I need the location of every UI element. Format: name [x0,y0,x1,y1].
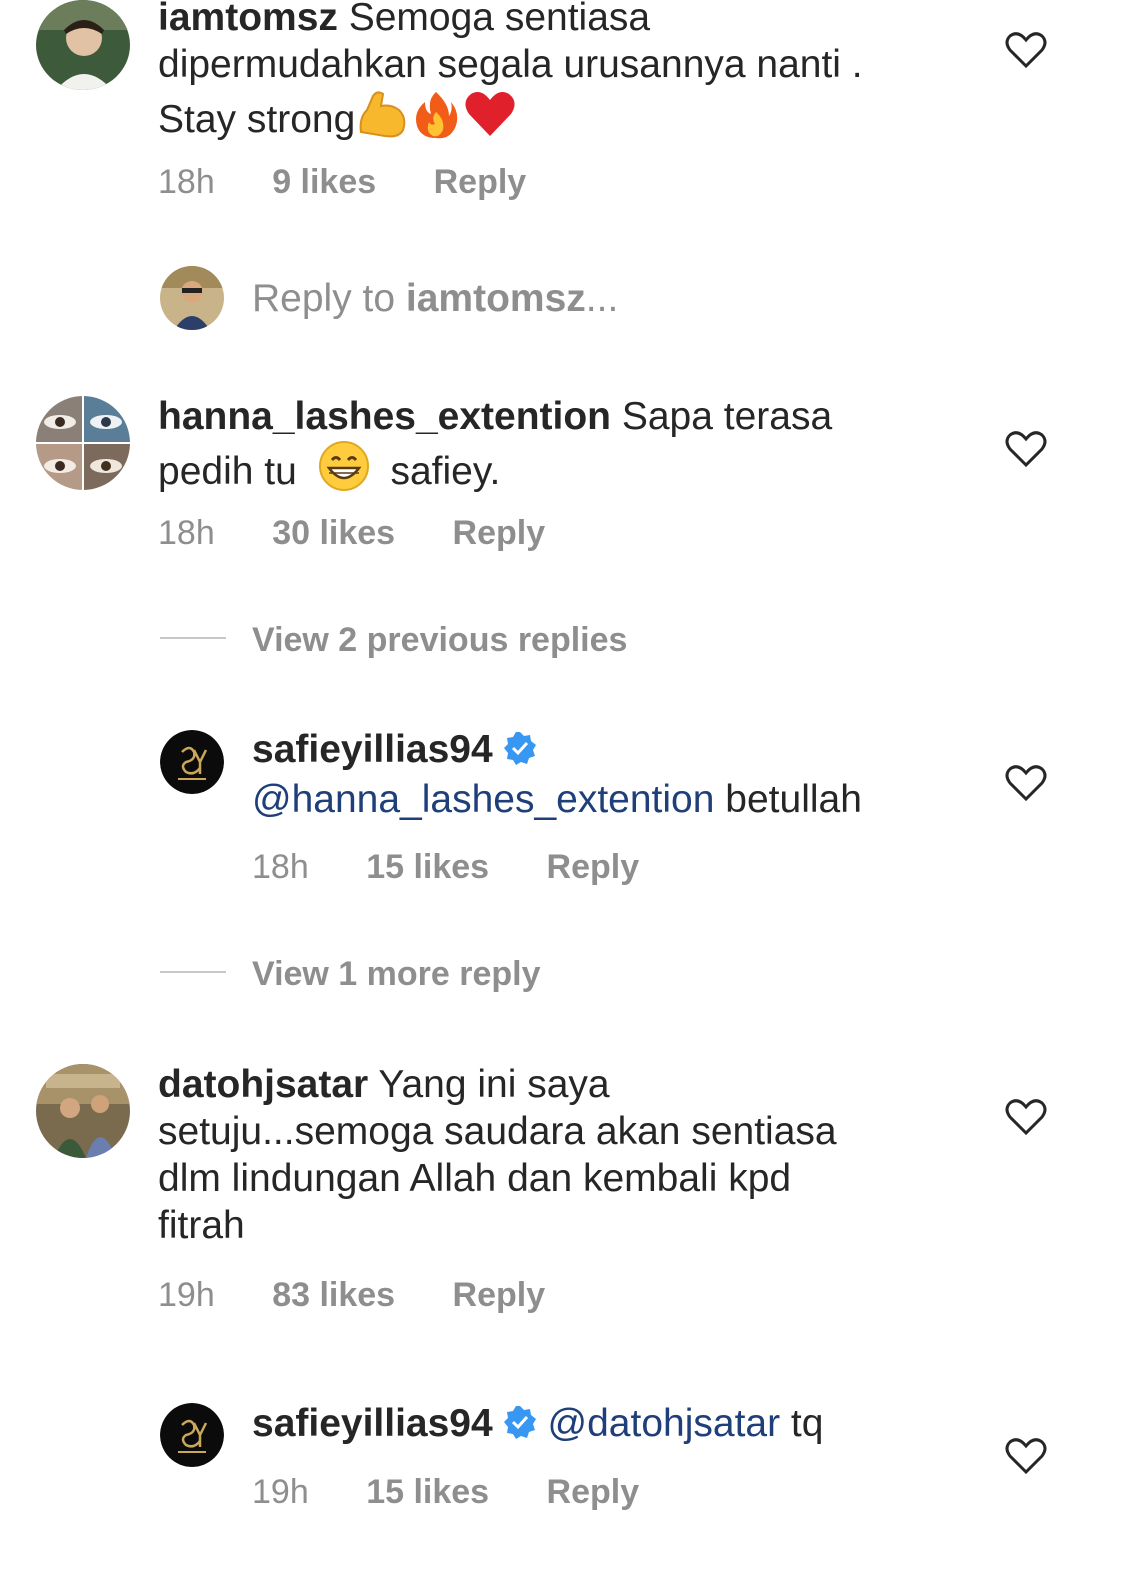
like-heart-icon[interactable] [1005,430,1047,468]
current-user-avatar [160,266,224,330]
comment-meta: 18h 9 likes Reply [158,162,526,202]
comment-likes[interactable]: 9 likes [272,162,376,202]
thread-divider [160,637,226,639]
reply-likes[interactable]: 15 likes [366,1472,489,1512]
verified-badge-icon [503,1403,537,1450]
comment-meta: 19h 83 likes Reply [158,1275,545,1315]
mention-link[interactable]: @datohjsatar [548,1402,781,1445]
comment-body: hanna_lashes_extention Sapa terasa pedih… [158,393,958,503]
view-more-replies-button[interactable]: View 1 more reply [252,954,541,994]
reply-time: 19h [252,1473,309,1511]
red-heart-emoji [463,88,517,151]
like-heart-icon[interactable] [1005,764,1047,802]
like-heart-icon[interactable] [1005,1437,1047,1475]
avatar[interactable] [160,730,224,794]
comment-username[interactable]: hanna_lashes_extention [158,395,611,438]
reply-username[interactable]: safieyillias94 [252,1402,493,1445]
grinning-face-emoji [318,440,370,503]
reply-button[interactable]: Reply [434,162,527,202]
comment-likes[interactable]: 30 likes [272,513,395,553]
reply-meta: 18h 15 likes Reply [252,847,639,887]
reply-button[interactable]: Reply [547,1472,640,1512]
reply-composer-input[interactable]: Reply to iamtomsz... [252,275,618,322]
comment-time: 18h [158,514,215,552]
reply-body: safieyillias94 @datohjsatar tq [252,1400,972,1450]
reply-username[interactable]: safieyillias94 [252,728,493,771]
like-heart-icon[interactable] [1005,31,1047,69]
reply-button[interactable]: Reply [547,847,640,887]
comment-username[interactable]: iamtomsz [158,0,338,39]
fire-emoji [409,88,463,151]
comment-username[interactable]: datohjsatar [158,1063,368,1106]
avatar[interactable] [36,1064,130,1158]
avatar[interactable] [36,396,130,490]
comment-likes[interactable]: 83 likes [272,1275,395,1315]
comment-time: 19h [158,1276,215,1314]
reply-button[interactable]: Reply [453,513,546,553]
reply-button[interactable]: Reply [453,1275,546,1315]
reply-meta: 19h 15 likes Reply [252,1472,639,1512]
comment-body: iamtomsz Semoga sentiasa dipermudahkan s… [158,0,958,151]
thread-divider [160,971,226,973]
avatar[interactable] [160,1403,224,1467]
reply-time: 18h [252,848,309,886]
comment-body: datohjsatar Yang ini saya setuju...semog… [158,1063,837,1247]
comment-meta: 18h 30 likes Reply [158,513,545,553]
flexed-biceps-emoji [355,88,409,151]
comment-time: 18h [158,163,215,201]
verified-badge-icon [503,729,537,776]
view-previous-replies-button[interactable]: View 2 previous replies [252,620,627,660]
mention-link[interactable]: @hanna_lashes_extention [252,778,714,821]
reply-likes[interactable]: 15 likes [366,847,489,887]
reply-body: safieyillias94 @hanna_lashes_extention b… [252,728,862,821]
avatar[interactable] [36,0,130,90]
like-heart-icon[interactable] [1005,1098,1047,1136]
